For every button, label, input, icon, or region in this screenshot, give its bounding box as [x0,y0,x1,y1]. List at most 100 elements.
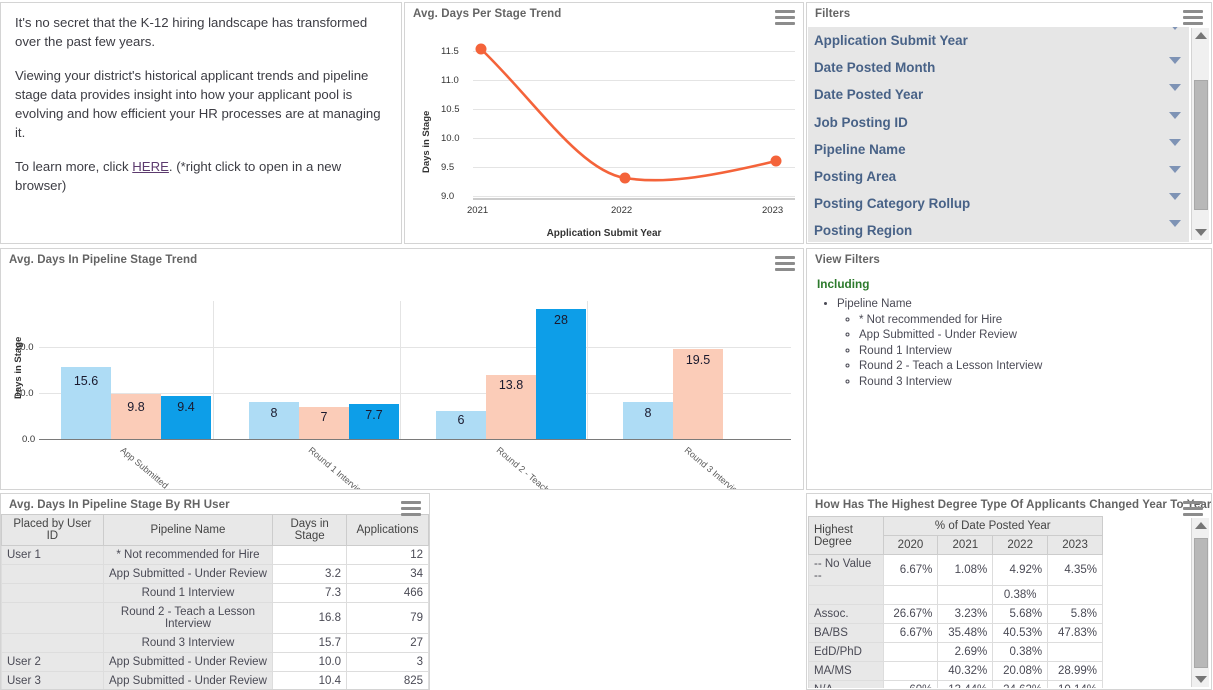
cell-degree: -- No Value -- [808,554,884,586]
list-item: App Submitted - Under Review [859,328,1201,344]
filter-item-date-posted-year[interactable]: Date Posted Year [808,81,1189,108]
column-header-days-in-stage[interactable]: Days in Stage [272,514,348,546]
filter-label: Application Submit Year [814,33,968,48]
table-row[interactable]: MA/MS 40.32% 20.08% 28.99% [808,661,1103,681]
bar-value-label: 7.7 [365,408,383,422]
cell-2020: 6.67% [882,554,939,586]
filters-panel-title: Filters [815,8,851,20]
degree-table-scrollbar[interactable] [1191,518,1209,687]
avg-days-per-stage-trend-panel: Avg. Days Per Stage Trend Days in Stage … [404,2,804,244]
cell-2022: 24.62% [992,680,1049,688]
baseline-axis [39,439,791,440]
table-row[interactable]: Round 1 Interview 7.3 466 [1,583,429,603]
table-row[interactable]: User 3 App Submitted - Under Review 10.4… [1,671,429,689]
x-tick-label: 2023 [762,205,784,216]
category-label: Round 1 Interview [306,445,369,490]
cell-days: 15.7 [272,633,348,653]
cell-user: User 2 [1,652,104,672]
table-row[interactable]: N/A 60% 13.44% 24.62% 10.14% [808,680,1103,688]
cell-2023: 28.99% [1047,661,1103,681]
scroll-down-arrow-icon[interactable] [1195,676,1207,683]
table-row[interactable]: Round 3 Interview 15.7 27 [1,633,429,653]
chevron-down-icon[interactable] [1169,27,1181,30]
table-row[interactable]: BA/BS 6.67% 35.48% 40.53% 47.83% [808,623,1103,643]
table-row[interactable]: Round 2 - Teach a Lesson Interview 16.8 … [1,602,429,634]
table-row[interactable]: EdD/PhD 2.69% 0.38% [808,642,1103,662]
filter-item-application-submit-year[interactable]: Application Submit Year [808,27,1189,54]
chevron-down-icon[interactable] [1169,220,1181,228]
bar-2023-round-2[interactable] [536,309,586,439]
intro-text: It's no secret that the K-12 hiring land… [1,3,401,220]
scroll-down-arrow-icon[interactable] [1195,229,1207,236]
cell-2020: 26.67% [882,604,939,624]
cell-days: 10.0 [272,652,348,672]
column-header-highest-degree[interactable]: Highest Degree [808,516,884,555]
avg-days-in-pipeline-stage-trend-panel: Avg. Days In Pipeline Stage Trend Days i… [0,248,804,490]
cell-2023: 4.35% [1047,554,1103,586]
filter-label: Job Posting ID [814,114,908,130]
table-row[interactable]: User 2 App Submitted - Under Review 10.0… [1,652,429,672]
chevron-down-icon[interactable] [1169,165,1181,173]
chevron-down-icon[interactable] [1169,84,1181,92]
filter-item-pipeline-name[interactable]: Pipeline Name [808,136,1189,163]
filter-item-job-posting-id[interactable]: Job Posting ID [808,109,1189,136]
cell-2022: 0.38% [992,642,1049,662]
hamburger-icon[interactable] [1183,501,1203,516]
chevron-down-icon[interactable] [1169,57,1181,65]
table-row[interactable]: User 1 * Not recommended for Hire 12 [1,545,429,565]
intro-cta: To learn more, click HERE. (*right click… [15,157,387,195]
category-separator [400,301,401,439]
chevron-down-icon[interactable] [1169,111,1181,119]
category-separator [213,301,214,439]
cell-degree: MA/MS [808,661,884,681]
hamburger-icon[interactable] [775,256,795,271]
cell-2023: 47.83% [1047,623,1103,643]
column-header-2022[interactable]: 2022 [992,535,1049,555]
cell-2020 [882,661,939,681]
column-header-2021[interactable]: 2021 [937,535,994,555]
column-header-2023[interactable]: 2023 [1047,535,1103,555]
dashboard: It's no secret that the K-12 hiring land… [0,0,1213,690]
cell-2021: 3.23% [937,604,994,624]
filters-scrollbar[interactable] [1191,28,1209,240]
column-header-2020[interactable]: 2020 [882,535,939,555]
learn-more-link[interactable]: HERE [132,159,169,174]
cell-2021: 40.32% [937,661,994,681]
filter-item-posting-category-rollup[interactable]: Posting Category Rollup [808,190,1189,217]
cell-2020 [882,585,939,605]
table-row[interactable]: Assoc. 26.67% 3.23% 5.68% 5.8% [808,604,1103,624]
cell-apps: 3 [346,652,429,672]
hamburger-icon[interactable] [401,501,421,516]
bar-value-label: 7 [320,410,328,424]
hamburger-icon[interactable] [775,10,795,25]
line-chart-x-axis-title: Application Submit Year [546,228,662,239]
filter-item-date-posted-month[interactable]: Date Posted Month [808,54,1189,81]
table-row[interactable]: App Submitted - Under Review 3.2 34 [1,564,429,584]
highest-degree-panel: How Has The Highest Degree Type Of Appli… [806,493,1212,690]
view-filters-body: Including Pipeline Name * Not recommende… [807,269,1211,399]
table-row[interactable]: -- No Value -- 6.67% 1.08% 4.92% 4.35% [808,554,1103,586]
cell-2022: 0.38% [992,585,1049,605]
filter-item-posting-region[interactable]: Posting Region [808,217,1189,242]
chevron-down-icon[interactable] [1169,193,1181,201]
view-filters-title: View Filters [815,254,880,266]
filter-label: Pipeline Name [814,141,906,157]
table-row[interactable]: 0.38% [808,585,1103,605]
chevron-down-icon[interactable] [1169,138,1181,146]
hamburger-icon[interactable] [1183,10,1203,25]
column-header-pipeline-name[interactable]: Pipeline Name [102,514,274,546]
column-header-applications[interactable]: Applications [346,514,429,546]
filter-item-posting-area[interactable]: Posting Area [808,163,1189,190]
cell-days [272,545,348,565]
x-tick-label: 2021 [467,205,489,216]
cell-apps: 12 [346,545,429,565]
scroll-up-arrow-icon[interactable] [1195,32,1207,39]
cell-2022: 5.68% [992,604,1049,624]
cell-pipeline: * Not recommended for Hire [102,545,274,565]
scrollbar-thumb[interactable] [1194,538,1208,668]
column-header-placed-by-user-id[interactable]: Placed by User ID [1,514,104,546]
scroll-up-arrow-icon[interactable] [1195,522,1207,529]
scrollbar-thumb[interactable] [1194,80,1208,210]
filter-label: Posting Category Rollup [814,196,971,212]
line-chart: Days in Stage 11.5 11.0 10.5 10.0 9.5 9.… [405,23,803,239]
